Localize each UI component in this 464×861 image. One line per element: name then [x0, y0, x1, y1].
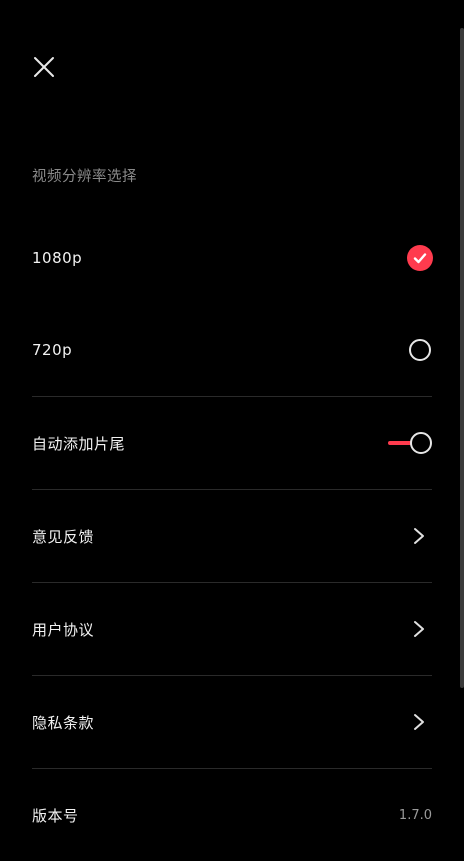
user-agreement-row[interactable]: 用户协议	[32, 583, 432, 675]
privacy-label: 隐私条款	[32, 713, 95, 732]
chevron-right-icon	[414, 528, 424, 544]
resolution-label-1080p: 1080p	[32, 249, 83, 267]
feedback-row[interactable]: 意见反馈	[32, 490, 432, 582]
section-title: 视频分辨率选择	[32, 169, 137, 185]
feedback-label: 意见反馈	[32, 527, 95, 546]
close-icon	[34, 57, 54, 77]
auto-outro-label: 自动添加片尾	[32, 434, 126, 453]
resolution-option-720p[interactable]: 720p	[32, 304, 432, 396]
version-label: 版本号	[32, 806, 79, 825]
auto-outro-toggle[interactable]	[388, 431, 432, 455]
resolution-label-720p: 720p	[32, 341, 73, 359]
user-agreement-label: 用户协议	[32, 620, 95, 639]
version-value: 1.7.0	[398, 807, 432, 823]
radio-checked-icon[interactable]	[407, 245, 433, 271]
chevron-right-icon	[414, 714, 424, 730]
privacy-row[interactable]: 隐私条款	[32, 676, 432, 768]
check-icon	[413, 253, 427, 264]
toggle-knob	[410, 432, 432, 454]
version-row: 版本号 1.7.0	[32, 769, 432, 861]
auto-outro-row: 自动添加片尾	[32, 397, 432, 489]
resolution-option-1080p[interactable]: 1080p	[32, 212, 433, 304]
scrollbar[interactable]	[460, 28, 464, 688]
radio-unchecked-icon[interactable]	[409, 339, 431, 361]
chevron-right-icon	[414, 621, 424, 637]
close-button[interactable]	[28, 51, 60, 83]
